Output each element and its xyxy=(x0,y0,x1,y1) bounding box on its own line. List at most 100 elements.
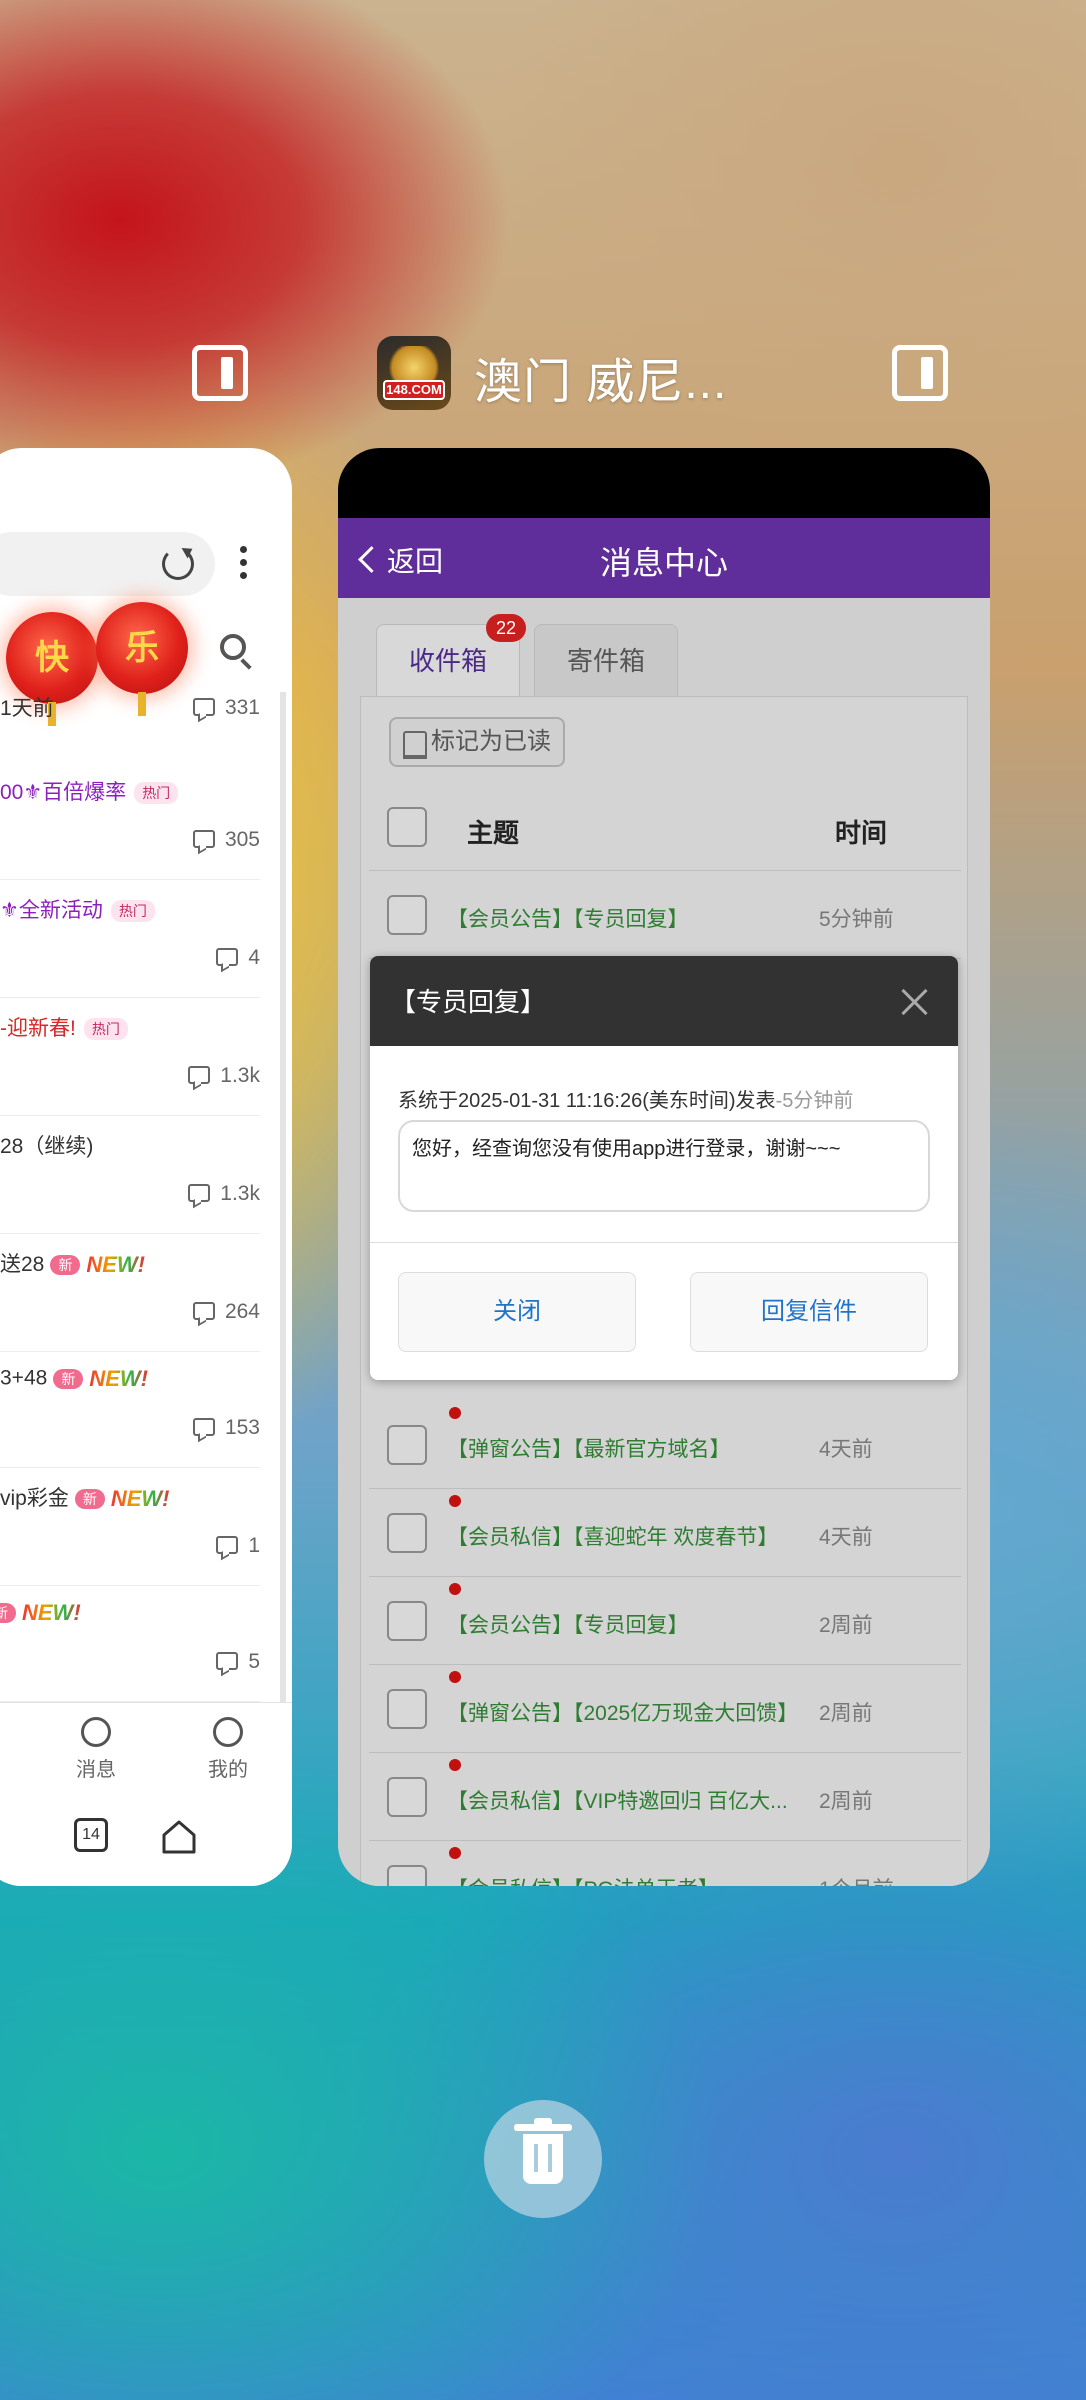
home-icon[interactable] xyxy=(160,1818,198,1856)
row-time: 4天前 xyxy=(819,1526,873,1549)
dialog-meta: 系统于2025-01-31 11:16:26(美东时间)发表-5分钟前 xyxy=(398,1084,853,1113)
comment-icon xyxy=(192,698,215,716)
split-screen-icon[interactable] xyxy=(892,345,948,401)
list-item-title: 送28 新 NEW! xyxy=(0,1252,146,1278)
left-card-split-screen-icon[interactable] xyxy=(192,345,248,401)
comment-count: 331 xyxy=(192,696,260,720)
row-subject: 【弹窗公告】【最新官方域名】 xyxy=(447,1438,731,1461)
unread-badge: 22 xyxy=(486,614,526,642)
dialog-meta-ago: -5分钟前 xyxy=(775,1090,854,1112)
list-item-title: -迎新春! 热门 xyxy=(0,1012,128,1042)
list-item[interactable]: -迎新春! 热门 1.3k xyxy=(0,998,260,1116)
comment-count: 1.3k xyxy=(188,1182,260,1206)
comment-count: 1.3k xyxy=(188,1064,260,1088)
list-item-title: ⚜全新活动 热门 xyxy=(0,894,155,924)
unread-dot xyxy=(449,1407,461,1419)
unread-dot xyxy=(449,1495,461,1507)
list-item[interactable]: ⚜全新活动 热门 4 xyxy=(0,880,260,998)
chat-icon xyxy=(81,1717,111,1747)
unread-dot xyxy=(449,1759,461,1771)
reload-icon[interactable] xyxy=(162,548,194,580)
comment-count: 264 xyxy=(192,1300,260,1324)
search-icon[interactable] xyxy=(220,634,246,660)
comment-count: 153 xyxy=(192,1416,260,1440)
comment-count: 1 xyxy=(216,1534,260,1558)
row-time: 2周前 xyxy=(819,1790,873,1813)
row-subject: 【会员私信】【PG法单王者】 xyxy=(447,1873,719,1886)
tab-sent[interactable]: 寄件箱 xyxy=(534,624,678,696)
row-checkbox[interactable] xyxy=(387,1601,427,1641)
comment-icon xyxy=(192,830,215,848)
new-label: NEW! xyxy=(22,1600,81,1625)
trash-icon-body xyxy=(523,2134,563,2184)
row-checkbox[interactable] xyxy=(387,1513,427,1553)
dialog-title: 【专员回复】 xyxy=(390,987,547,1017)
comment-icon xyxy=(188,1184,211,1202)
table-row[interactable]: 【弹窗公告】【2025亿万现金大回馈】 2周前 xyxy=(369,1665,961,1753)
list-item-title: 3+48 新 NEW! xyxy=(0,1366,148,1391)
table-row[interactable]: 【弹窗公告】【最新官方域名】 4天前 xyxy=(369,1401,961,1489)
festive-banner: 快 乐 xyxy=(0,602,292,726)
new-badge: 新 xyxy=(74,1489,105,1510)
comment-count: 5 xyxy=(216,1650,260,1674)
recent-app-card-browser[interactable]: 快 乐 1天前 331 00⚜百倍爆率 热门 305 ⚜全新活动 热门 4 -迎新春… xyxy=(0,448,292,1886)
hot-badge: 热门 xyxy=(83,1018,128,1041)
table-row[interactable]: 【会员私信】【喜迎蛇年 欢度春节】 4天前 xyxy=(369,1489,961,1577)
page-title: 消息中心 xyxy=(599,545,728,581)
tab-messages[interactable]: 消息 xyxy=(56,1717,136,1782)
new-badge: 新 xyxy=(0,1603,16,1623)
list-item[interactable]: vip彩金新 NEW! 1 xyxy=(0,1468,260,1586)
list-item[interactable]: 新 NEW! 5 xyxy=(0,1586,260,1702)
header-subject: 主题 xyxy=(467,818,520,848)
list-item[interactable]: 送28 新 NEW! 264 xyxy=(0,1234,260,1352)
tab-mine[interactable]: 我的 xyxy=(188,1717,268,1782)
close-icon[interactable] xyxy=(900,988,928,1016)
unread-dot xyxy=(449,1847,461,1859)
lantern-icon: 乐 xyxy=(96,602,188,716)
list-item-title: 28（继续) xyxy=(0,1135,94,1158)
row-checkbox[interactable] xyxy=(387,1777,427,1817)
comment-icon xyxy=(192,1418,215,1436)
dialog-divider xyxy=(370,1242,958,1243)
tabs-count-button[interactable]: 14 xyxy=(74,1818,108,1852)
list-item[interactable]: 00⚜百倍爆率 热门 305 xyxy=(0,762,260,880)
row-checkbox[interactable] xyxy=(387,1865,427,1886)
app-title: 澳门 威尼... xyxy=(474,356,728,409)
row-checkbox[interactable] xyxy=(387,1425,427,1465)
clear-all-button[interactable] xyxy=(484,2100,602,2218)
row-checkbox[interactable] xyxy=(387,895,427,935)
table-row[interactable]: 【会员公告】【专员回复】 5分钟前 xyxy=(369,871,961,959)
list-item-title: 1天前 xyxy=(0,697,54,720)
dialog-header: 【专员回复】 xyxy=(370,956,958,1046)
row-time: 1个月前 xyxy=(819,1873,894,1886)
comment-icon xyxy=(188,1066,211,1084)
scrollbar[interactable] xyxy=(280,692,286,1732)
row-subject: 【会员私信】【VIP特邀回归 百亿大... xyxy=(447,1790,788,1813)
user-icon xyxy=(213,1717,243,1747)
list-item[interactable]: 3+48 新 NEW! 153 xyxy=(0,1352,260,1468)
app-icon: 148.COM xyxy=(377,336,451,410)
new-label: NEW! xyxy=(110,1486,170,1512)
row-checkbox[interactable] xyxy=(387,1689,427,1729)
list-item[interactable]: 28（继续) 1.3k xyxy=(0,1116,260,1234)
dialog-reply-button[interactable]: 回复信件 xyxy=(690,1272,928,1352)
app-icon-wing xyxy=(385,346,443,382)
new-label: NEW! xyxy=(86,1252,146,1278)
list-item-title: 新 NEW! xyxy=(0,1600,81,1626)
row-subject: 【会员公告】【专员回复】 xyxy=(447,908,689,931)
select-all-checkbox[interactable] xyxy=(387,807,427,847)
row-time: 5分钟前 xyxy=(819,908,894,931)
row-time: 4天前 xyxy=(819,1438,873,1461)
list-item[interactable]: 1天前 331 xyxy=(0,692,260,728)
row-subject: 【会员公告】【专员回复】 xyxy=(447,1614,689,1637)
lantern-icon: 快 xyxy=(6,612,98,726)
browser-bottom-bar xyxy=(0,1796,292,1886)
status-bar xyxy=(338,448,990,518)
table-row[interactable]: 【会员公告】【专员回复】 2周前 xyxy=(369,1577,961,1665)
more-menu-icon[interactable] xyxy=(240,546,247,585)
mark-read-button[interactable]: 标记为已读 xyxy=(389,717,565,767)
dialog-close-button[interactable]: 关闭 xyxy=(398,1272,636,1352)
comment-count: 305 xyxy=(192,828,260,852)
table-row[interactable]: 【会员私信】【VIP特邀回归 百亿大... 2周前 xyxy=(369,1753,961,1841)
table-row[interactable]: 【会员私信】【PG法单王者】 1个月前 xyxy=(369,1841,961,1886)
